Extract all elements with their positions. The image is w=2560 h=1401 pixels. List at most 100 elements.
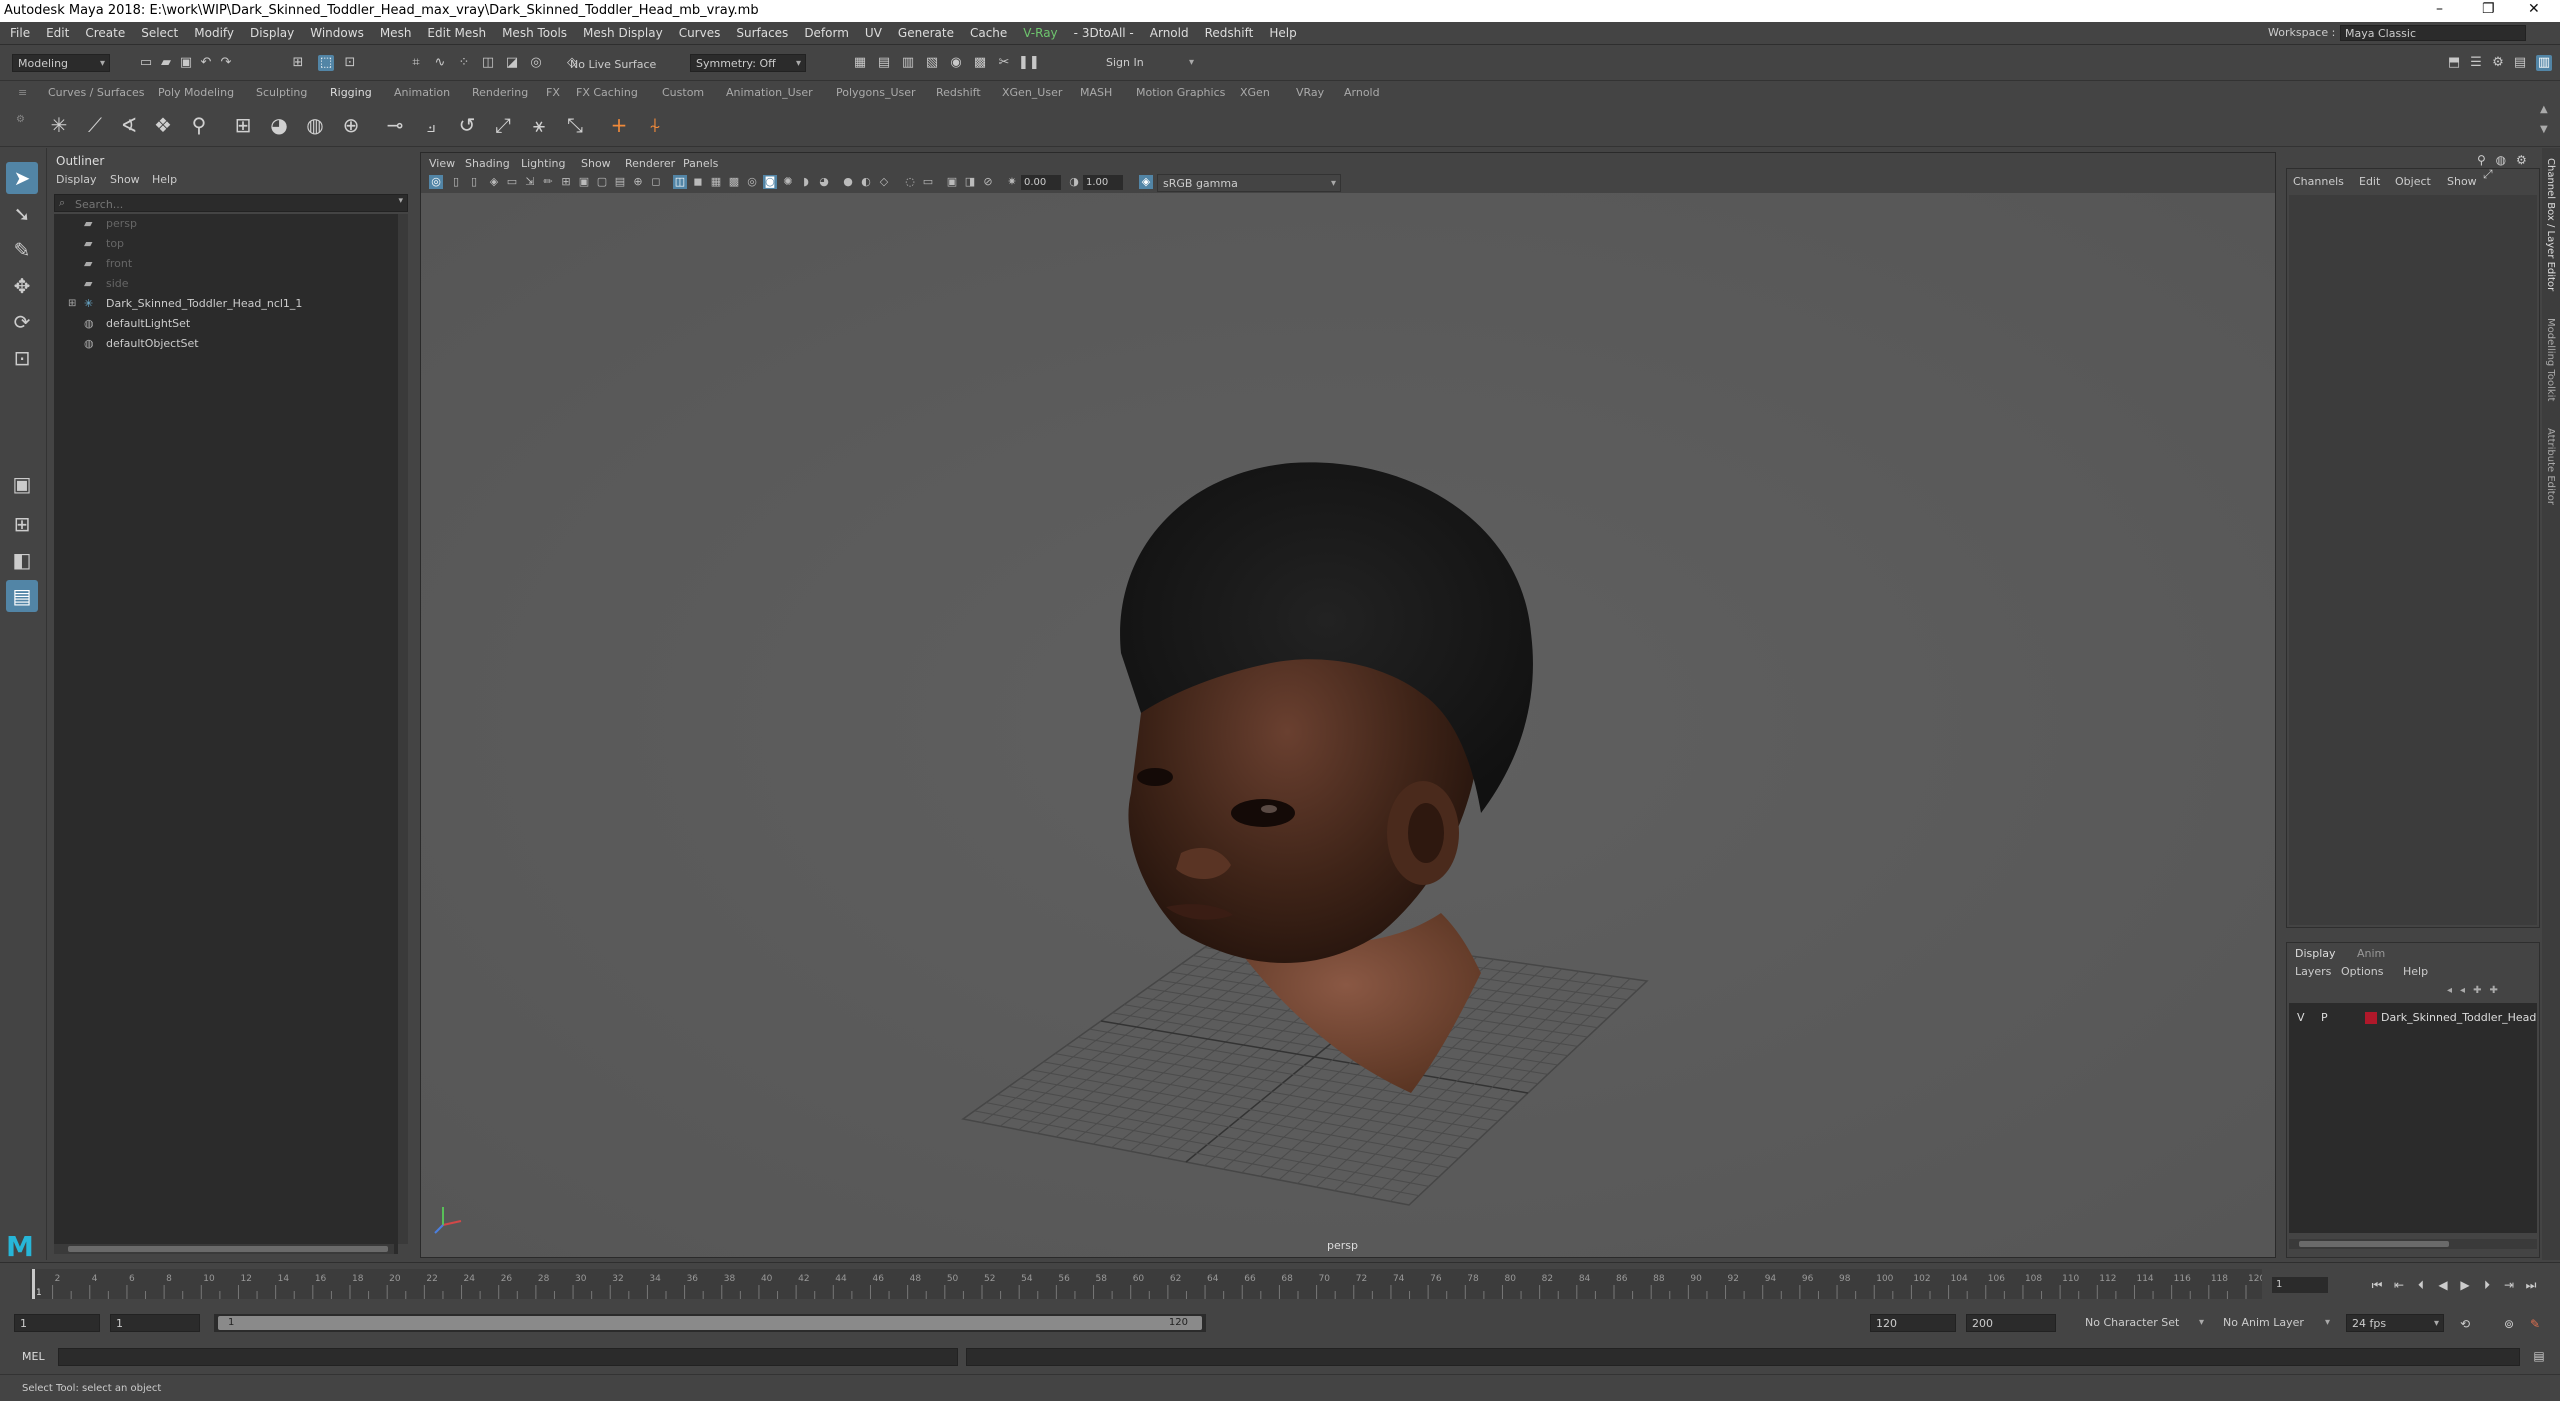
layer-menu-help[interactable]: Help (2403, 965, 2428, 978)
select-object-icon[interactable]: ⬚ (318, 55, 334, 71)
step-back-key-icon[interactable]: ⇤ (2390, 1277, 2408, 1293)
menu-mesh-tools[interactable]: Mesh Tools (494, 22, 575, 44)
menu-edit-mesh[interactable]: Edit Mesh (419, 22, 494, 44)
select-tool-icon[interactable]: ➤ (6, 162, 38, 194)
outliner-item[interactable]: ◍ defaultLightSet (54, 314, 398, 334)
shadows-icon[interactable]: ◗ (799, 175, 813, 189)
ik-spline-icon[interactable]: ∢ (116, 112, 142, 138)
constraint-aim-icon[interactable]: ⚹ (526, 112, 552, 138)
current-frame-field[interactable]: 1 (2272, 1277, 2328, 1293)
shelf-tab-sculpting[interactable]: Sculpting (256, 86, 307, 99)
animation-start-field[interactable]: 1 (14, 1314, 100, 1332)
bookmarks-icon[interactable]: ◈ (487, 175, 501, 189)
side-tab-attribute-editor[interactable]: Attribute Editor (2545, 428, 2556, 505)
menu-uv[interactable]: UV (857, 22, 890, 44)
menu-select[interactable]: Select (133, 22, 186, 44)
shelf-tab-poly-modeling[interactable]: Poly Modeling (158, 86, 234, 99)
wireframe-icon[interactable]: ◫ (673, 175, 687, 189)
constraint-pole-icon[interactable]: ⤡ (562, 112, 588, 138)
ambient-occlusion-icon[interactable]: ◕ (817, 175, 831, 189)
loop-icon[interactable]: ⟲ (2456, 1316, 2474, 1332)
step-forward-frame-icon[interactable]: ⏵ (2478, 1277, 2496, 1293)
render-settings-icon[interactable]: ▧ (924, 55, 940, 71)
outliner-menu-display[interactable]: Display (56, 173, 97, 186)
play-backwards-icon[interactable]: ◀ (2434, 1277, 2452, 1293)
menu-file[interactable]: File (2, 22, 38, 44)
side-tab-modelling-toolkit[interactable]: Modelling Toolkit (2545, 318, 2556, 401)
playback-start-field[interactable]: 1 (110, 1314, 200, 1332)
menu-generate[interactable]: Generate (890, 22, 962, 44)
shelf-tab-arnold[interactable]: Arnold (1344, 86, 1380, 99)
shelf-tab-rendering[interactable]: Rendering (472, 86, 528, 99)
constraint-scale-icon[interactable]: ⤢ (490, 112, 516, 138)
menu-display[interactable]: Display (242, 22, 302, 44)
textured-icon[interactable]: ◙ (763, 175, 777, 189)
animation-end-field[interactable]: 200 (1966, 1314, 2056, 1332)
vray-icon[interactable]: ✂ (996, 55, 1012, 71)
menu-surfaces[interactable]: Surfaces (728, 22, 796, 44)
exposure-field[interactable]: 0.00 (1021, 175, 1061, 190)
render-view-icon[interactable]: ▩ (972, 55, 988, 71)
range-thumb[interactable]: 1 120 (218, 1316, 1202, 1330)
shelf-tab-redshift[interactable]: Redshift (936, 86, 981, 99)
outliner-vertical-scrollbar[interactable] (398, 214, 408, 1244)
viewport-menu-view[interactable]: View (429, 157, 455, 170)
side-tab-channel-box[interactable]: Channel Box / Layer Editor (2545, 158, 2556, 291)
shelf-tab-xgen[interactable]: XGen (1240, 86, 1270, 99)
outliner-layout-icon[interactable]: ▤ (6, 580, 38, 612)
open-scene-icon[interactable]: ▰ (158, 55, 174, 71)
move-layer-up-icon[interactable]: ◂ (2447, 985, 2460, 996)
ipr-render-icon[interactable]: ▥ (900, 55, 916, 71)
layer-name[interactable]: Dark_Skinned_Toddler_Head (2381, 1009, 2536, 1027)
shelf-menu-icon[interactable]: ≡ (18, 86, 27, 99)
shelf-tab-animation-user[interactable]: Animation_User (726, 86, 813, 99)
constraint-orient-icon[interactable]: ↺ (454, 112, 480, 138)
xray-icon[interactable]: ▩ (727, 175, 741, 189)
menu-curves[interactable]: Curves (671, 22, 729, 44)
grid-toggle-icon[interactable]: ⊞ (559, 175, 573, 189)
smooth-shade-icon[interactable]: ◼ (691, 175, 705, 189)
shelf-tab-mash[interactable]: MASH (1080, 86, 1112, 99)
snap-grid-icon[interactable]: ⌗ (408, 55, 424, 71)
range-bar[interactable]: 1 120 (214, 1314, 1206, 1332)
four-view-icon[interactable]: ⊞ (6, 508, 38, 540)
symmetry-dropdown[interactable]: Symmetry: Off (690, 54, 806, 73)
layer-tab-anim[interactable]: Anim (2357, 947, 2385, 960)
restore-button[interactable]: ❐ (2482, 1, 2495, 17)
render-sequence-icon[interactable]: ▤ (876, 55, 892, 71)
time-ruler[interactable]: 1 2 4 6 8 10 12 14 16 18 20 22 24 26 28 30 32 34 36 38 40 42 4… (30, 1269, 2265, 1299)
shelf-tab-animation[interactable]: Animation (394, 86, 450, 99)
script-editor-icon[interactable]: ▤ (2530, 1348, 2548, 1364)
menu-help[interactable]: Help (1261, 22, 1304, 44)
single-perspective-icon[interactable]: ▣ (6, 468, 38, 500)
safe-action-icon[interactable]: ◻ (649, 175, 663, 189)
snap-live-icon[interactable]: ◎ (528, 55, 544, 71)
channel-menu-edit[interactable]: Edit (2359, 175, 2380, 188)
snap-view-icon[interactable]: ◫ (480, 55, 496, 71)
anim-layer-dropdown[interactable]: No Anim Layer (2218, 1314, 2334, 1332)
outliner-menu-show[interactable]: Show (110, 173, 140, 186)
lattice-icon[interactable]: ⊞ (230, 112, 256, 138)
channel-box-settings-icon[interactable]: ⚙ (2516, 153, 2527, 167)
outliner-item[interactable]: ▰ persp (54, 214, 398, 234)
expand-icon[interactable]: ⊞ (68, 294, 76, 314)
layer-tab-display[interactable]: Display (2295, 947, 2336, 960)
fps-dropdown[interactable]: 24 fps (2346, 1314, 2444, 1333)
field-chart-icon[interactable]: ⊕ (631, 175, 645, 189)
layer-menu-layers[interactable]: Layers (2295, 965, 2331, 978)
outliner-scroll-thumb[interactable] (68, 1246, 388, 1252)
scene-view[interactable] (421, 193, 2275, 1257)
menu-3dtoall[interactable]: - 3DtoAll - (1066, 22, 1142, 44)
shelf-tab-xgen-user[interactable]: XGen_User (1002, 86, 1062, 99)
layer-scroll-thumb[interactable] (2299, 1241, 2449, 1247)
shelf-tab-curves-surfaces[interactable]: Curves / Surfaces (48, 86, 145, 99)
playback-end-field[interactable]: 120 (1870, 1314, 1956, 1332)
hypershade-icon[interactable]: ◉ (948, 55, 964, 71)
search-options-icon[interactable]: ▾ (398, 196, 403, 206)
live-surface-label[interactable]: No Live Surface (570, 58, 656, 71)
outliner-item[interactable]: ◍ defaultObjectSet (54, 334, 398, 354)
outliner-item[interactable]: ⊞ ✳ Dark_Skinned_Toddler_Head_ncl1_1 (54, 294, 398, 314)
menu-cache[interactable]: Cache (962, 22, 1015, 44)
scale-tool-icon[interactable]: ⊡ (6, 342, 38, 374)
persp-outliner-icon[interactable]: ◧ (6, 544, 38, 576)
